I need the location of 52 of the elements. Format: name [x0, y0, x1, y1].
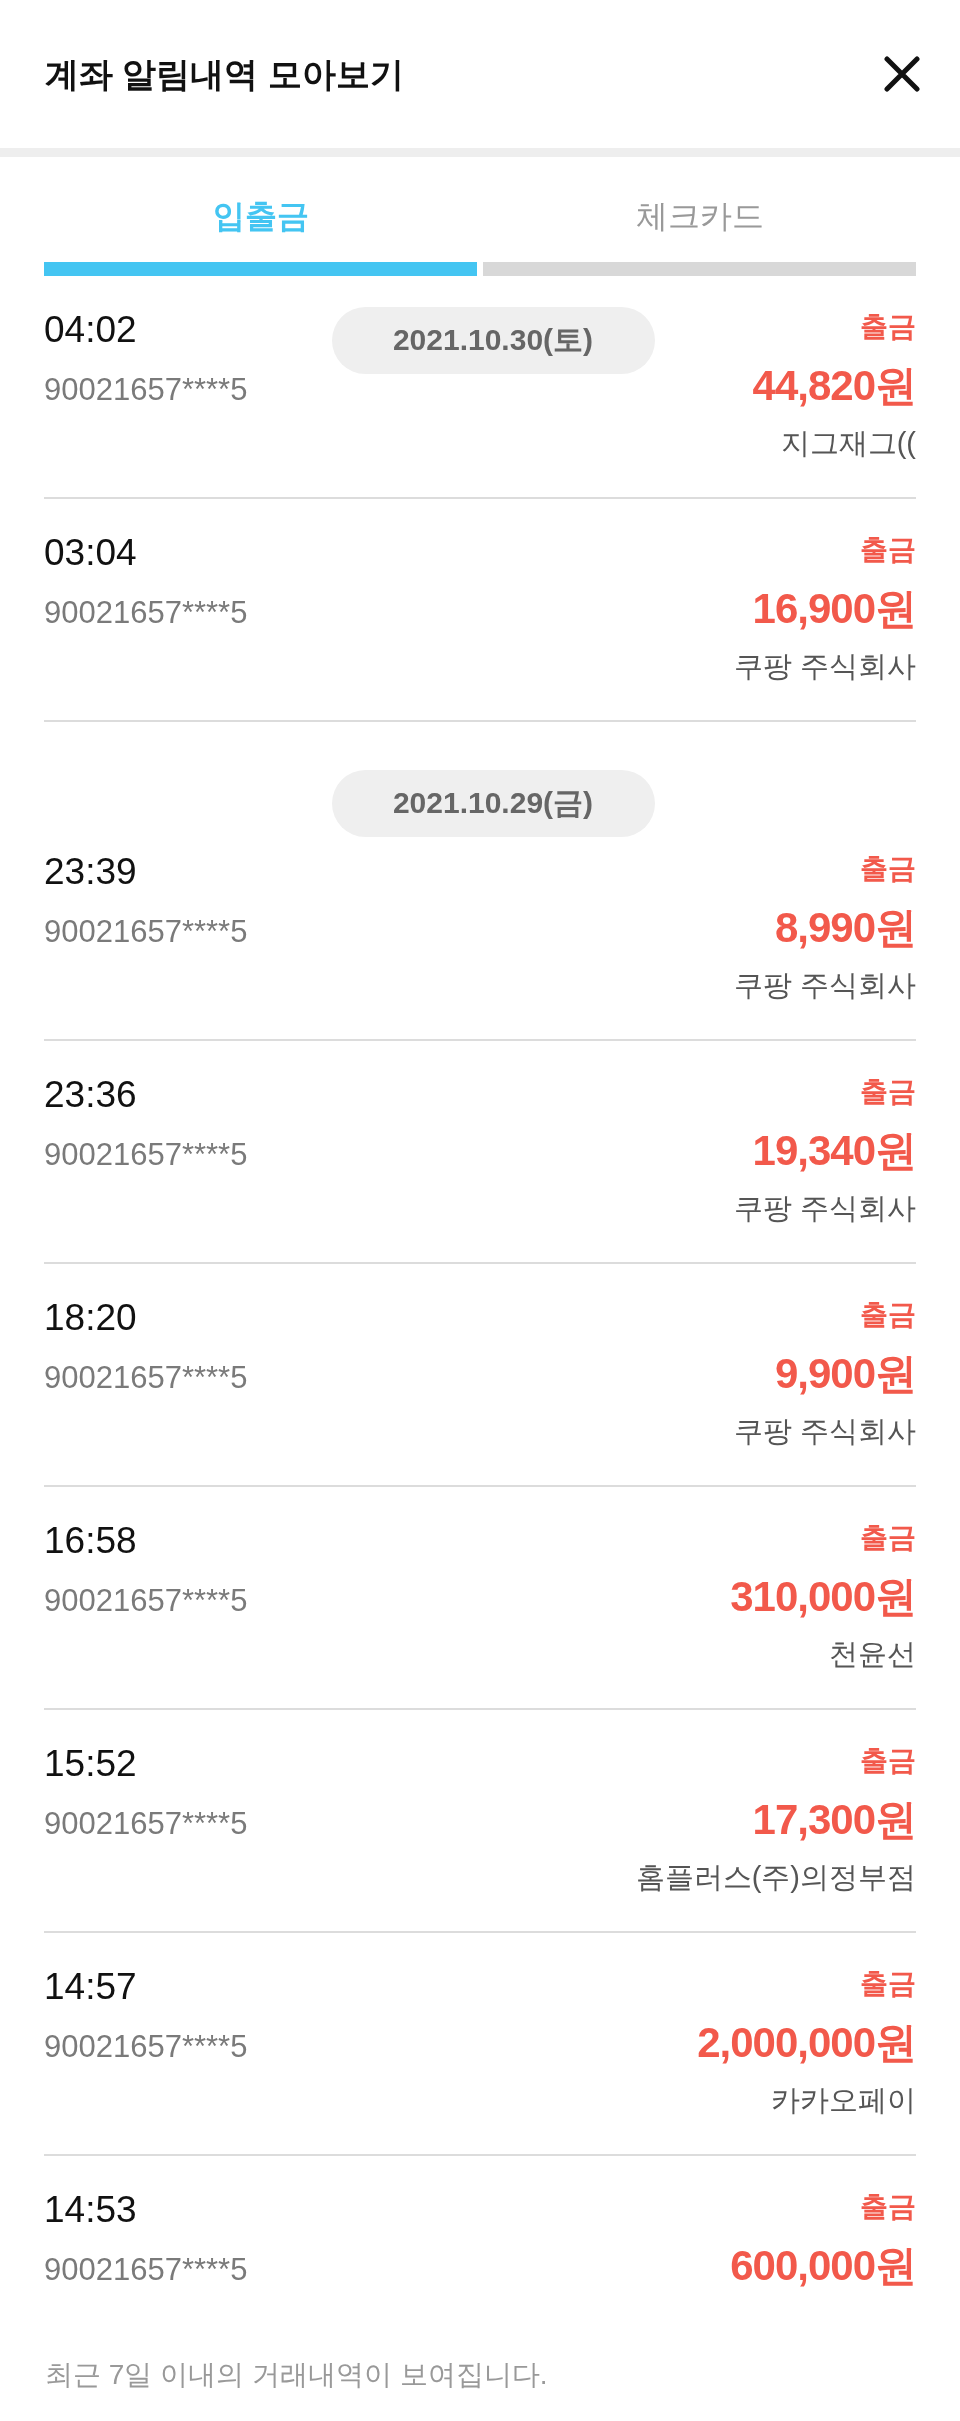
transaction-type: 출금 [860, 310, 916, 344]
transaction-amount: 16,900원 [752, 584, 916, 634]
transaction-type: 출금 [860, 1298, 916, 1332]
transaction-amount: 44,820원 [752, 361, 916, 411]
merchant-name: 홈플러스(주)의정부점 [635, 1860, 916, 1895]
transaction-amount: 19,340원 [752, 1126, 916, 1176]
transaction-type: 출금 [860, 1521, 916, 1555]
transaction-amount: 17,300원 [752, 1795, 916, 1845]
transaction-amount: 2,000,000원 [697, 2018, 916, 2068]
account-number: 90021657****5 [44, 1582, 248, 1620]
transaction-time: 04:02 [44, 308, 137, 352]
merchant-name: 쿠팡 주식회사 [733, 1191, 916, 1226]
transaction-type: 출금 [860, 1967, 916, 2001]
page-title: 계좌 알림내역 모아보기 [45, 54, 404, 95]
transaction-amount: 8,990원 [774, 903, 916, 953]
merchant-name: 쿠팡 주식회사 [733, 968, 916, 1003]
account-number: 90021657****5 [44, 1805, 248, 1843]
merchant-name: 지그재그(( [780, 426, 916, 461]
close-button[interactable] [884, 56, 920, 92]
transaction-amount: 310,000원 [730, 1572, 916, 1622]
footer-note: 최근 7일 이내의 거래내역이 보여집니다. [45, 2359, 548, 2390]
merchant-name: 쿠팡 주식회사 [733, 1414, 916, 1449]
transaction-time: 03:04 [44, 531, 137, 575]
account-number: 90021657****5 [44, 2251, 248, 2289]
transaction-time: 23:36 [44, 1073, 137, 1117]
transaction-type: 출금 [860, 1075, 916, 1109]
close-icon [884, 56, 920, 92]
account-number: 90021657****5 [44, 371, 248, 409]
transaction-time: 16:58 [44, 1519, 137, 1563]
transaction-type: 출금 [860, 533, 916, 567]
transaction-amount: 600,000원 [730, 2241, 916, 2291]
transaction-type: 출금 [860, 852, 916, 886]
account-number: 90021657****5 [44, 594, 248, 632]
transaction-type: 출금 [860, 1744, 916, 1778]
date-pill: 2021.10.29(금) [331, 770, 655, 837]
transaction-amount: 9,900원 [774, 1349, 916, 1399]
transaction-time: 23:39 [44, 850, 137, 894]
merchant-name: 카카오페이 [771, 2083, 916, 2118]
merchant-name: 쿠팡 주식회사 [733, 649, 916, 684]
tab[interactable]: 체크카드 [483, 157, 916, 276]
transaction-time: 14:53 [44, 2188, 137, 2232]
transaction-time: 15:52 [44, 1742, 137, 1786]
transaction-type: 출금 [860, 2190, 916, 2224]
transaction-time: 14:57 [44, 1965, 137, 2009]
merchant-name: 천윤선 [829, 1637, 916, 1672]
account-number: 90021657****5 [44, 913, 248, 951]
account-number: 90021657****5 [44, 2028, 248, 2066]
tab[interactable]: 입출금 [44, 157, 477, 276]
date-pill: 2021.10.30(토) [331, 307, 655, 374]
account-number: 90021657****5 [44, 1136, 248, 1174]
transaction-time: 18:20 [44, 1296, 137, 1340]
account-number: 90021657****5 [44, 1359, 248, 1397]
